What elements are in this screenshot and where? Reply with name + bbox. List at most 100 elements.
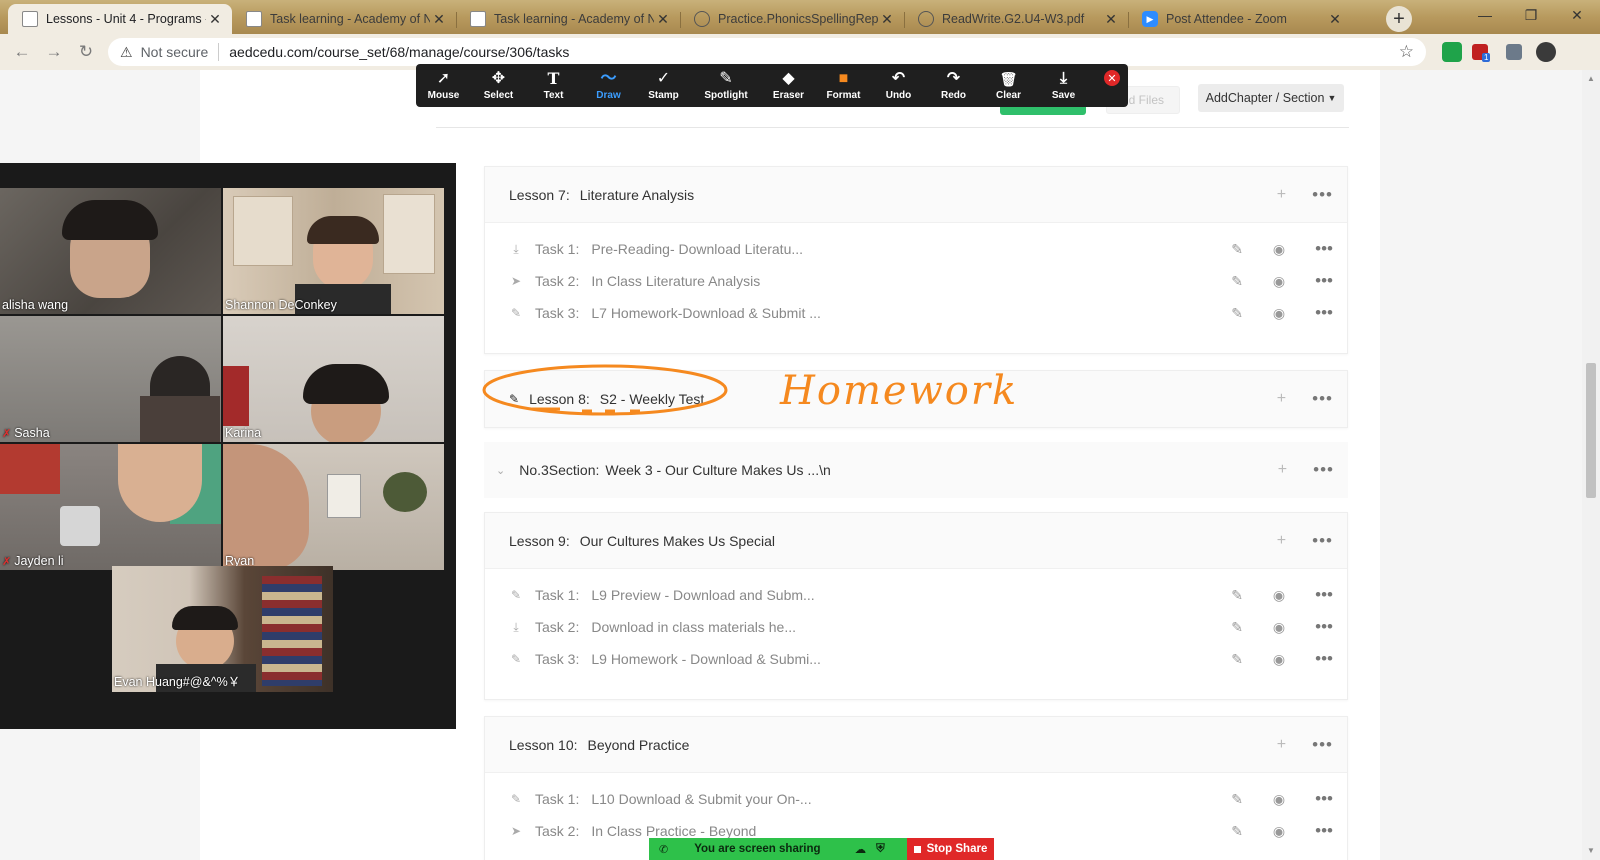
participant-video[interactable]: Shannon DeConkey bbox=[223, 188, 444, 314]
more-icon[interactable]: ••• bbox=[1312, 185, 1333, 205]
more-icon[interactable]: ••• bbox=[1315, 821, 1333, 841]
browser-tab-task-learning-1[interactable]: Task learning - Academy of Ne ✕ bbox=[232, 4, 456, 34]
new-tab-button[interactable]: + bbox=[1386, 6, 1412, 32]
add-chapter-section-button[interactable]: AddChapter / Section ▼ bbox=[1198, 84, 1344, 112]
browser-tab-practice[interactable]: Practice.PhonicsSpellingReproc ✕ bbox=[680, 4, 904, 34]
back-icon[interactable]: ← bbox=[10, 40, 34, 64]
tool-eraser[interactable]: ◆ Eraser bbox=[761, 64, 816, 107]
tool-format[interactable]: ■ Format bbox=[816, 64, 871, 107]
tool-redo[interactable]: ↷ Redo bbox=[926, 64, 981, 107]
browser-tab-lessons[interactable]: Lessons - Unit 4 - Programs - A ✕ bbox=[8, 4, 232, 34]
edit-icon[interactable]: ✎ bbox=[1231, 273, 1243, 290]
edit-icon[interactable]: ✎ bbox=[1231, 587, 1243, 604]
page-scrollbar[interactable]: ▲ ▼ bbox=[1582, 70, 1600, 860]
browser-tab-readwrite-pdf[interactable]: ReadWrite.G2.U4-W3.pdf ✕ bbox=[904, 4, 1128, 34]
forward-icon[interactable]: → bbox=[42, 40, 66, 64]
add-icon[interactable]: + bbox=[1278, 461, 1287, 479]
eye-icon[interactable]: ◉ bbox=[1273, 305, 1285, 322]
close-tab-icon[interactable]: ✕ bbox=[430, 11, 448, 28]
close-tab-icon[interactable]: ✕ bbox=[1102, 11, 1120, 28]
edit-icon[interactable]: ✎ bbox=[1231, 791, 1243, 808]
eye-icon[interactable]: ◉ bbox=[1273, 273, 1285, 290]
extension-green-icon[interactable] bbox=[1442, 42, 1462, 62]
participant-video[interactable]: alisha wang bbox=[0, 188, 221, 314]
more-icon[interactable]: ••• bbox=[1315, 303, 1333, 323]
participant-video[interactable]: ✗ Jayden li bbox=[0, 444, 221, 570]
close-tab-icon[interactable]: ✕ bbox=[1326, 11, 1344, 28]
more-icon[interactable]: ••• bbox=[1313, 460, 1334, 480]
eye-icon[interactable]: ◉ bbox=[1273, 823, 1285, 840]
browser-tab-zoom[interactable]: ▶ Post Attendee - Zoom ✕ bbox=[1128, 4, 1352, 34]
section-header-3[interactable]: ⌄ No.3Section: Week 3 - Our Culture Make… bbox=[484, 442, 1348, 498]
tool-draw[interactable]: 〜 Draw bbox=[581, 64, 636, 107]
tool-stamp[interactable]: ✓ Stamp bbox=[636, 64, 691, 107]
more-icon[interactable]: ••• bbox=[1315, 617, 1333, 637]
more-icon[interactable]: ••• bbox=[1312, 735, 1333, 755]
more-icon[interactable]: ••• bbox=[1315, 239, 1333, 259]
add-icon[interactable]: + bbox=[1277, 736, 1286, 754]
close-tab-icon[interactable]: ✕ bbox=[654, 11, 672, 28]
tool-clear[interactable]: 🗑 Clear bbox=[981, 64, 1036, 107]
minimize-icon[interactable]: — bbox=[1462, 0, 1508, 30]
browser-tab-task-learning-2[interactable]: Task learning - Academy of Ne ✕ bbox=[456, 4, 680, 34]
task-row[interactable]: ✎ Task 3: L7 Homework-Download & Submit … bbox=[485, 297, 1347, 329]
task-row[interactable]: ✎ Task 1: L9 Preview - Download and Subm… bbox=[485, 579, 1347, 611]
lesson-header[interactable]: Lesson 9: Our Cultures Makes Us Special … bbox=[485, 513, 1347, 569]
add-icon[interactable]: + bbox=[1277, 186, 1286, 204]
tool-spotlight[interactable]: ✎ Spotlight bbox=[691, 64, 761, 107]
tool-undo[interactable]: ↶ Undo bbox=[871, 64, 926, 107]
participant-video[interactable]: Karina bbox=[223, 316, 444, 442]
window-close-icon[interactable]: ✕ bbox=[1554, 0, 1600, 30]
close-tab-icon[interactable]: ✕ bbox=[206, 11, 224, 28]
edit-icon[interactable]: ✎ bbox=[1231, 651, 1243, 668]
participant-video[interactable]: Evan Huang#@&^%￥ bbox=[112, 566, 333, 692]
stop-share-button[interactable]: Stop Share bbox=[907, 838, 994, 860]
participant-video[interactable]: ✗ Sasha bbox=[0, 316, 221, 442]
eye-icon[interactable]: ◉ bbox=[1273, 241, 1285, 258]
scroll-up-icon[interactable]: ▲ bbox=[1587, 74, 1595, 83]
lesson-header[interactable]: Lesson 7: Literature Analysis + ••• bbox=[485, 167, 1347, 223]
ublock-icon[interactable]: 1 bbox=[1472, 44, 1491, 62]
screen-sharing-status[interactable]: ✆ You are screen sharing ☁ ⛨ bbox=[649, 838, 907, 860]
task-row[interactable]: ⤓ Task 2: Download in class materials he… bbox=[485, 611, 1347, 643]
more-icon[interactable]: ••• bbox=[1312, 389, 1333, 409]
eye-icon[interactable]: ◉ bbox=[1273, 791, 1285, 808]
more-icon[interactable]: ••• bbox=[1315, 585, 1333, 605]
edit-icon[interactable]: ✎ bbox=[1231, 619, 1243, 636]
edit-icon[interactable]: ✎ bbox=[1231, 241, 1243, 258]
profile-avatar-icon[interactable] bbox=[1536, 42, 1556, 62]
add-icon[interactable]: + bbox=[1277, 390, 1286, 408]
bookmark-star-icon[interactable]: ☆ bbox=[1399, 42, 1414, 62]
puzzle-icon[interactable] bbox=[1506, 44, 1522, 60]
close-tab-icon[interactable]: ✕ bbox=[878, 11, 896, 28]
edit-icon[interactable]: ✎ bbox=[1231, 305, 1243, 322]
chevron-down-icon[interactable]: ⌄ bbox=[496, 464, 505, 477]
edit-icon[interactable]: ✎ bbox=[1231, 823, 1243, 840]
tool-mouse[interactable]: ➚ Mouse bbox=[416, 64, 471, 107]
more-icon[interactable]: ••• bbox=[1315, 789, 1333, 809]
more-icon[interactable]: ••• bbox=[1315, 271, 1333, 291]
participant-video-active[interactable]: Ryan bbox=[223, 444, 444, 570]
add-icon[interactable]: + bbox=[1277, 532, 1286, 550]
participant-name: Shannon DeConkey bbox=[225, 298, 337, 312]
more-icon[interactable]: ••• bbox=[1312, 531, 1333, 551]
tool-save[interactable]: ⤓ Save bbox=[1036, 64, 1091, 107]
eye-icon[interactable]: ◉ bbox=[1273, 619, 1285, 636]
reload-icon[interactable]: ↻ bbox=[74, 40, 98, 64]
eye-icon[interactable]: ◉ bbox=[1273, 587, 1285, 604]
task-row[interactable]: ⤓ Task 1: Pre-Reading- Download Literatu… bbox=[485, 233, 1347, 265]
restore-icon[interactable]: ❐ bbox=[1508, 0, 1554, 30]
more-icon[interactable]: ••• bbox=[1315, 649, 1333, 669]
tool-select[interactable]: ✥ Select bbox=[471, 64, 526, 107]
eye-icon[interactable]: ◉ bbox=[1273, 651, 1285, 668]
task-row[interactable]: ✎ Task 3: L9 Homework - Download & Submi… bbox=[485, 643, 1347, 675]
lesson-header[interactable]: Lesson 10: Beyond Practice + ••• bbox=[485, 717, 1347, 773]
zoom-gallery-view[interactable]: alisha wang Shannon DeConkey ✗ Sasha Kari… bbox=[0, 163, 456, 729]
scrollbar-thumb[interactable] bbox=[1586, 363, 1596, 498]
task-row[interactable]: ➤ Task 2: In Class Literature Analysis ✎… bbox=[485, 265, 1347, 297]
task-row[interactable]: ✎ Task 1: L10 Download & Submit your On-… bbox=[485, 783, 1347, 815]
tool-text[interactable]: T Text bbox=[526, 64, 581, 107]
scroll-down-icon[interactable]: ▼ bbox=[1587, 846, 1595, 855]
close-annotation-icon[interactable]: ✕ bbox=[1104, 70, 1120, 86]
url-bar[interactable]: ⚠ Not secure aedcedu.com/course_set/68/m… bbox=[108, 38, 1426, 66]
